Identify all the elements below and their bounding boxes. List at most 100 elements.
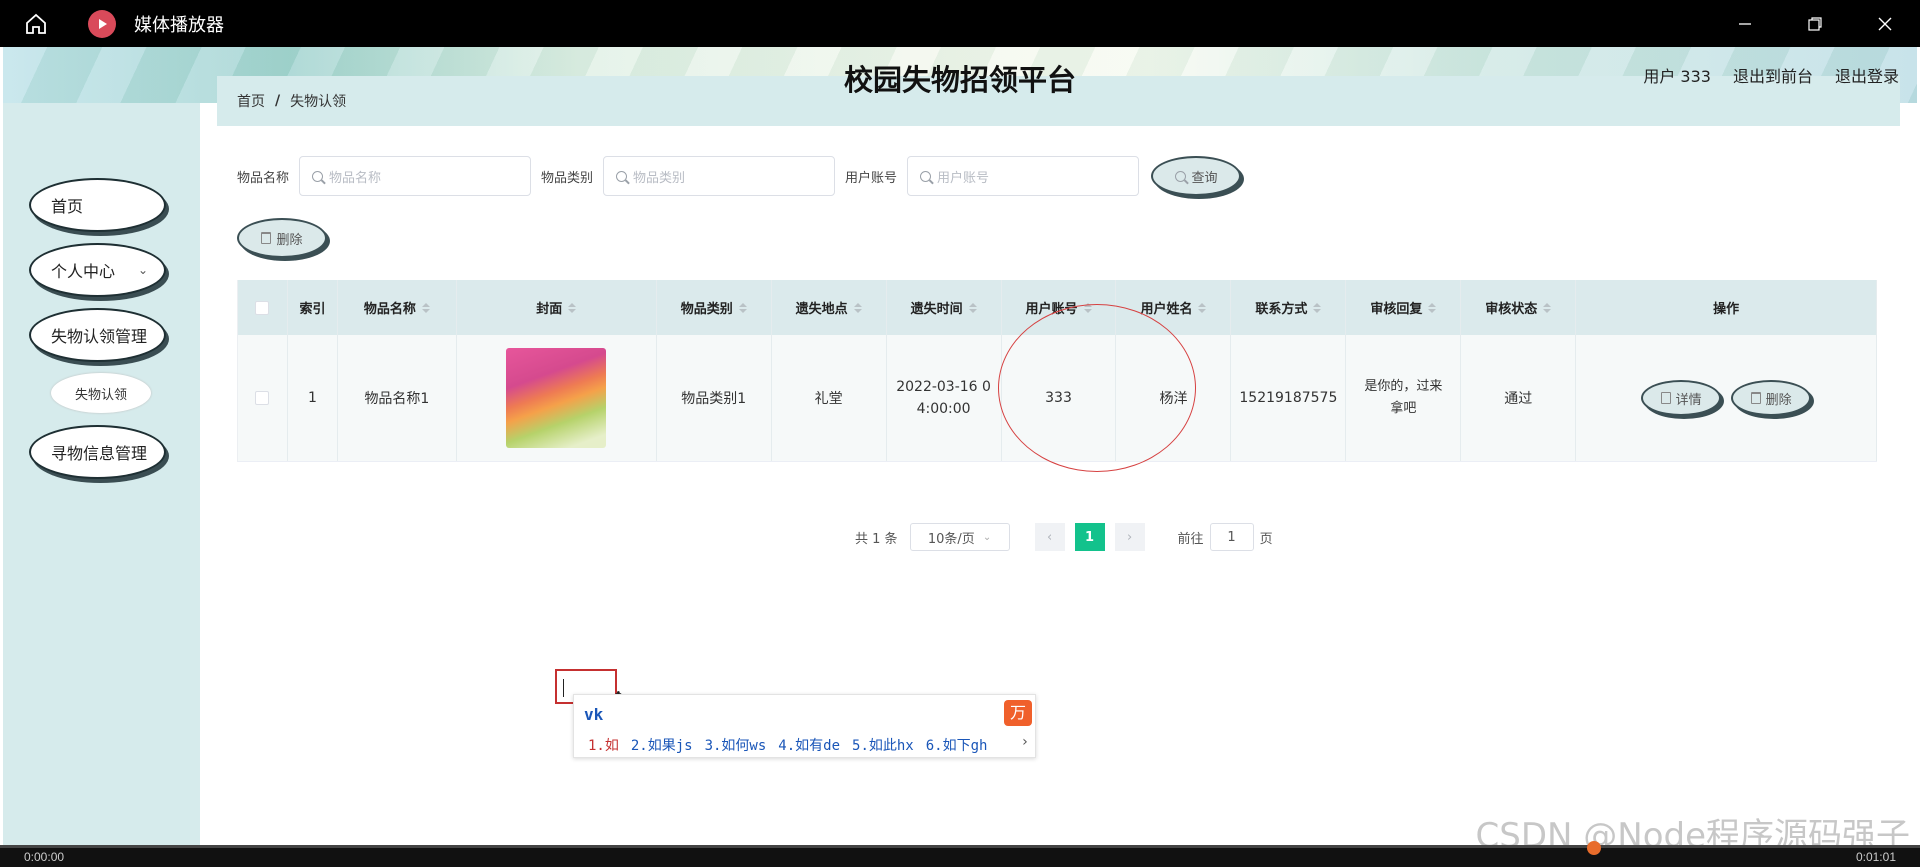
sidebar-item-label: 寻物信息管理 <box>51 444 148 463</box>
chevron-down-icon: ⌄ <box>982 531 992 543</box>
item-type-label: 物品类别 <box>541 170 594 186</box>
chevron-right-icon[interactable]: › <box>1021 734 1029 750</box>
sort-icon[interactable] <box>1313 302 1322 313</box>
page-suffix: 页 <box>1259 531 1273 547</box>
ime-candidate[interactable]: 1.如 <box>588 735 619 755</box>
cover-image[interactable] <box>506 348 607 448</box>
site-title: 校园失物招领平台 <box>843 63 1076 97</box>
chevron-left-icon: ‹ <box>1046 529 1053 545</box>
row-delete-button[interactable]: 删除 <box>1731 380 1812 416</box>
window-controls <box>1710 0 1920 47</box>
logout-link[interactable]: 退出登录 <box>1835 63 1899 87</box>
col-header-cover[interactable]: 封面 <box>457 280 657 335</box>
batch-delete-button[interactable]: 删除 <box>237 218 327 258</box>
goto-front-link[interactable]: 退出到前台 <box>1733 63 1813 87</box>
minimize-button[interactable] <box>1710 0 1780 47</box>
col-header-item-name[interactable]: 物品名称 <box>338 280 457 335</box>
sort-icon[interactable] <box>1198 302 1207 313</box>
item-name-placeholder: 物品名称 <box>329 170 382 186</box>
sort-icon[interactable] <box>1428 302 1437 313</box>
player-titlebar: 媒体播放器 <box>0 0 1920 47</box>
cell-review-status: 通过 <box>1461 335 1577 461</box>
query-button-label: 查询 <box>1191 170 1218 186</box>
page-number-current[interactable]: 1 <box>1074 523 1105 551</box>
table-header-row: 索引 物品名称 封面 物品类别 遗失地点 遗失时间 用户账号 用户姓名 联系方式… <box>238 280 1878 335</box>
total-time: 0:01:01 <box>1855 850 1896 864</box>
col-header-index: 索引 <box>288 280 338 335</box>
batch-delete-label: 删除 <box>276 232 303 248</box>
sort-icon[interactable] <box>853 302 862 313</box>
col-header-actions: 操作 <box>1576 280 1878 335</box>
cell-lost-time: 2022-03-16 0 4:00:00 <box>887 335 1002 461</box>
sidebar-item-lost-info-management[interactable]: 寻物信息管理 <box>29 425 166 479</box>
ime-candidate[interactable]: 3.如何ws <box>705 735 767 755</box>
col-header-user-account[interactable]: 用户账号 <box>1002 280 1117 335</box>
row-checkbox[interactable] <box>255 391 270 405</box>
item-type-input[interactable]: 物品类别 <box>603 156 836 196</box>
sidebar-item-claim-management[interactable]: 失物认领管理 <box>29 308 166 362</box>
restore-button[interactable] <box>1780 0 1850 47</box>
search-icon <box>920 170 932 182</box>
sidebar-item-personal-center[interactable]: 个人中心 ⌄ <box>29 243 166 297</box>
col-header-item-type[interactable]: 物品类别 <box>657 280 772 335</box>
select-all-checkbox[interactable] <box>255 300 270 315</box>
cell-item-type: 物品类别1 <box>657 335 772 461</box>
progress-track[interactable] <box>0 841 1920 855</box>
select-all-checkbox-cell <box>238 280 288 335</box>
sort-icon[interactable] <box>1543 302 1552 313</box>
col-header-user-name[interactable]: 用户姓名 <box>1116 280 1232 335</box>
ime-candidate[interactable]: 6.如下gh <box>926 735 988 755</box>
search-icon <box>312 170 324 182</box>
next-page-button[interactable]: › <box>1114 523 1145 551</box>
search-icon <box>1174 170 1186 182</box>
col-header-review-status[interactable]: 审核状态 <box>1461 280 1577 335</box>
sidebar-item-home[interactable]: 首页 <box>29 178 166 232</box>
page-size-select[interactable]: 10条/页 ⌄ <box>909 523 1010 551</box>
pagination: 共 1 条 10条/页 ⌄ ‹ 1 › 前往 1 页 <box>855 522 1273 552</box>
text-caret <box>563 679 564 697</box>
detail-button[interactable]: 详情 <box>1641 380 1722 416</box>
sidebar: 首页 个人中心 ⌄ 失物认领管理 失物认领 寻物信息管理 <box>3 103 200 845</box>
col-header-review-reply[interactable]: 审核回复 <box>1346 280 1462 335</box>
document-icon <box>1660 392 1671 404</box>
col-header-lost-place[interactable]: 遗失地点 <box>772 280 887 335</box>
ime-candidate[interactable]: 2.如果js <box>631 735 693 755</box>
cell-cover <box>457 335 657 461</box>
goto-label: 前往 <box>1177 531 1204 547</box>
ime-candidate[interactable]: 5.如此hx <box>852 735 914 755</box>
item-type-placeholder: 物品类别 <box>633 170 686 186</box>
query-button[interactable]: 查询 <box>1151 156 1242 196</box>
user-account-label: 用户账号 <box>845 170 898 186</box>
close-button[interactable] <box>1850 0 1920 47</box>
sidebar-subitem-claim[interactable]: 失物认领 <box>51 373 151 413</box>
user-label: 用户 333 <box>1643 67 1711 86</box>
item-name-input[interactable]: 物品名称 <box>299 156 532 196</box>
progress-handle[interactable] <box>1586 841 1601 855</box>
sidebar-item-label: 个人中心 <box>51 262 116 281</box>
sort-icon[interactable] <box>968 302 977 313</box>
goto-page-input[interactable]: 1 <box>1209 523 1254 551</box>
close-icon <box>1878 17 1892 30</box>
search-icon <box>616 170 628 182</box>
sort-icon[interactable] <box>568 302 577 313</box>
col-header-contact[interactable]: 联系方式 <box>1231 280 1347 335</box>
col-header-lost-time[interactable]: 遗失时间 <box>887 280 1002 335</box>
ime-composition: vk <box>584 705 604 724</box>
sidebar-item-label: 失物认领 <box>74 387 127 403</box>
prev-page-button[interactable]: ‹ <box>1034 523 1065 551</box>
sort-icon[interactable] <box>421 302 430 313</box>
home-button[interactable] <box>0 0 72 47</box>
sort-icon[interactable] <box>738 302 747 313</box>
trash-icon <box>1750 392 1761 404</box>
user-account-input[interactable]: 用户账号 <box>907 156 1140 196</box>
search-form: 物品名称 物品名称 物品类别 物品类别 用户账号 用户账号 查询 <box>237 156 1242 196</box>
ime-candidate-window: vk 万 1.如 2.如果js 3.如何ws 4.如有de 5.如此hx 6.如… <box>573 694 1036 758</box>
pagination-total: 共 1 条 <box>855 531 898 547</box>
site-header: 校园失物招领平台 用户 333 退出到前台 退出登录 <box>3 47 1917 103</box>
sort-icon[interactable] <box>1083 302 1092 313</box>
cell-item-name: 物品名称1 <box>338 335 457 461</box>
ime-candidate[interactable]: 4.如有de <box>778 735 840 755</box>
sidebar-item-label: 失物认领管理 <box>51 327 148 346</box>
cell-user-name: 杨洋 <box>1116 335 1232 461</box>
sidebar-item-label: 首页 <box>51 197 84 216</box>
